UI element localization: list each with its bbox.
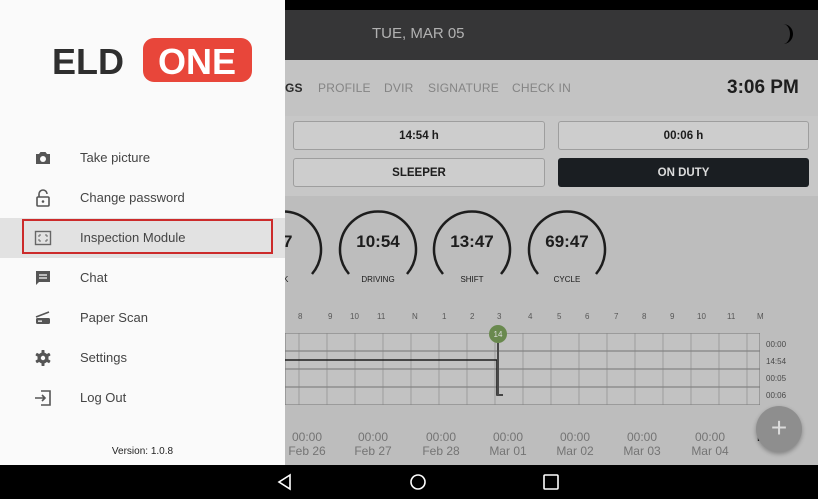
- logo-text-left: ELD: [52, 41, 124, 82]
- lock-icon: [36, 189, 50, 207]
- menu-inspection-module[interactable]: Inspection Module: [0, 218, 285, 258]
- menu-settings[interactable]: Settings: [0, 338, 285, 378]
- home-icon[interactable]: [408, 472, 428, 492]
- menu-change-password[interactable]: Change password: [0, 178, 285, 218]
- inspection-frame-icon: [34, 230, 52, 246]
- logout-icon: [35, 390, 51, 406]
- menu-label: Paper Scan: [80, 310, 148, 325]
- menu-label: Inspection Module: [80, 230, 186, 245]
- menu-label: Take picture: [80, 150, 151, 165]
- logo-text-right: ONE: [158, 41, 236, 82]
- menu-take-picture[interactable]: Take picture: [0, 138, 285, 178]
- screen: TUE, MAR 05 GS PROFILE DVIR SIGNATURE CH…: [0, 0, 818, 499]
- eld-one-logo: ELD ONE: [52, 38, 252, 82]
- scanner-icon: [35, 311, 50, 324]
- menu-label: Chat: [80, 270, 108, 285]
- menu-paper-scan[interactable]: Paper Scan: [0, 298, 285, 338]
- recents-icon[interactable]: [541, 472, 561, 492]
- system-navigation-bar: [0, 465, 818, 499]
- menu-log-out[interactable]: Log Out: [0, 378, 285, 418]
- chat-icon: [36, 271, 50, 285]
- back-icon[interactable]: [275, 472, 295, 492]
- camera-icon: [36, 152, 50, 164]
- gear-icon: [35, 350, 51, 366]
- menu-label: Settings: [80, 350, 127, 365]
- menu-chat[interactable]: Chat: [0, 258, 285, 298]
- menu-label: Change password: [80, 190, 185, 205]
- navigation-drawer: ELD ONE Take picture Change password Ins…: [0, 0, 285, 465]
- menu-label: Log Out: [80, 390, 127, 405]
- app-version: Version: 1.0.8: [111, 446, 174, 457]
- drawer-scrim[interactable]: [285, 0, 818, 465]
